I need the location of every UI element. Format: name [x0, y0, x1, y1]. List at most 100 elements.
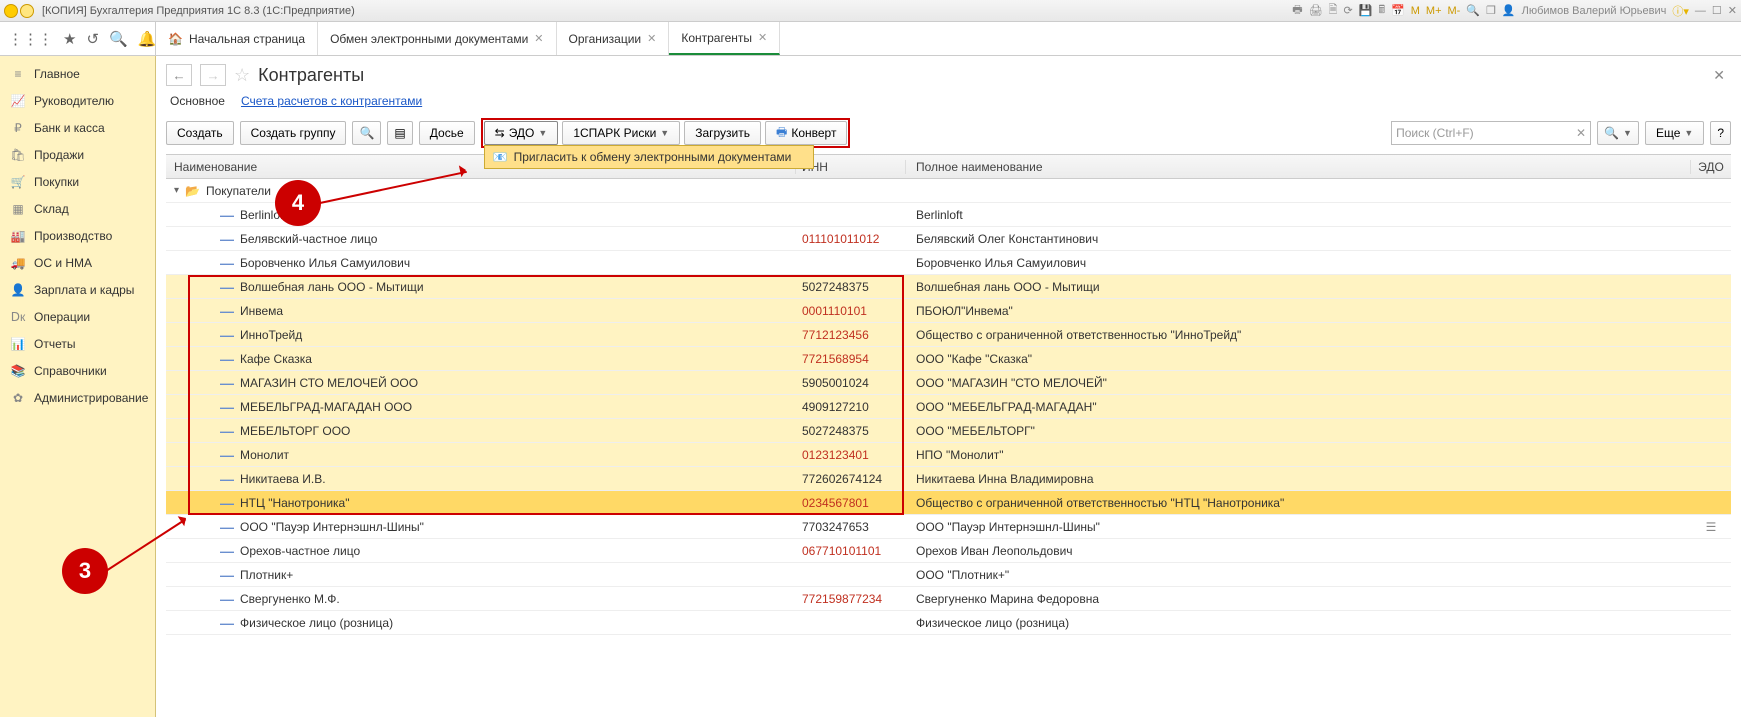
tab-home[interactable]: 🏠 Начальная страница — [156, 22, 318, 55]
sidebar-item-12[interactable]: ✿Администрирование — [0, 384, 155, 411]
envelope-button[interactable]: 🖶 Конверт — [765, 121, 847, 145]
table-row[interactable]: —Белявский-частное лицо011101011012Беляв… — [166, 227, 1731, 251]
search-win-icon[interactable]: 🔍 — [1466, 4, 1480, 17]
data-grid: Наименование ИНН Полное наименование ЭДО… — [166, 154, 1731, 717]
row-inn: 772159877234 — [796, 592, 906, 606]
doc-icon[interactable]: 🗎 — [1329, 1, 1338, 20]
calc-icon[interactable]: 🖩 — [1378, 1, 1385, 20]
clear-search-icon[interactable]: ✕ — [1576, 126, 1586, 140]
action-toolbar: Создать Создать группу 🔍 ▤ Досье ⇆ ЭДО ▼… — [156, 118, 1741, 154]
row-inn: 772602674124 — [796, 472, 906, 486]
table-row[interactable]: —Кафе Сказка7721568954ООО "Кафе "Сказка" — [166, 347, 1731, 371]
search-dropdown-button[interactable]: 🔍 ▼ — [1597, 121, 1639, 145]
tab-org[interactable]: Организации ✕ — [557, 22, 670, 55]
app-menu-icon[interactable] — [4, 4, 18, 18]
subnav-accounts[interactable]: Счета расчетов с контрагентами — [241, 94, 422, 108]
edo-dropdown-item[interactable]: Пригласить к обмену электронными докумен… — [514, 150, 792, 164]
sidebar-icon: 📈 — [10, 94, 26, 108]
sidebar-item-10[interactable]: 📊Отчеты — [0, 330, 155, 357]
forward-button[interactable]: → — [200, 64, 226, 86]
list-button[interactable]: ▤ — [387, 121, 412, 145]
sidebar-item-7[interactable]: 🚚ОС и НМА — [0, 249, 155, 276]
edo-button[interactable]: ⇆ ЭДО ▼ — [484, 121, 559, 145]
search-input[interactable]: Поиск (Ctrl+F) ✕ — [1391, 121, 1591, 145]
sidebar-item-9[interactable]: ⅮкОперации — [0, 303, 155, 330]
search-icon[interactable]: 🔍 — [109, 30, 128, 48]
app-dropdown-icon[interactable] — [20, 4, 34, 18]
table-row[interactable]: —Орехов-частное лицо067710101101Орехов И… — [166, 539, 1731, 563]
close-page-icon[interactable]: ✕ — [1713, 67, 1731, 84]
create-group-button[interactable]: Создать группу — [240, 121, 347, 145]
table-row[interactable]: —Инвема0001110101ПБОЮЛ"Инвема" — [166, 299, 1731, 323]
table-row[interactable]: —МЕБЕЛЬТОРГ ООО5027248375ООО "МЕБЕЛЬТОРГ… — [166, 419, 1731, 443]
back-button[interactable]: ← — [166, 64, 192, 86]
mem-mminus[interactable]: M- — [1448, 5, 1461, 17]
load-button[interactable]: Загрузить — [684, 121, 761, 145]
dossier-button[interactable]: Досье — [419, 121, 475, 145]
sidebar-item-11[interactable]: 📚Справочники — [0, 357, 155, 384]
table-row[interactable]: —НТЦ "Нанотроника"0234567801Общество с о… — [166, 491, 1731, 515]
row-name: Кафе Сказка — [240, 352, 312, 366]
help-button[interactable]: ? — [1710, 121, 1731, 145]
find-button[interactable]: 🔍 — [352, 121, 381, 145]
bell-icon[interactable]: 🔔 — [138, 30, 157, 48]
sidebar-item-1[interactable]: 📈Руководителю — [0, 87, 155, 114]
collapse-icon[interactable]: ▾ — [174, 185, 179, 196]
table-row[interactable]: —Монолит0123123401НПО "Монолит" — [166, 443, 1731, 467]
table-row[interactable]: —МАГАЗИН СТО МЕЛОЧЕЙ ООО5905001024ООО "М… — [166, 371, 1731, 395]
table-row[interactable]: —Волшебная лань ООО - Мытищи5027248375Во… — [166, 275, 1731, 299]
mem-m[interactable]: M — [1411, 5, 1420, 17]
table-row[interactable]: —Плотник+ООО "Плотник+" — [166, 563, 1731, 587]
user-icon[interactable]: 👤 — [1502, 4, 1516, 17]
sidebar-label: Зарплата и кадры — [34, 283, 134, 297]
sidebar-item-6[interactable]: 🏭Производство — [0, 222, 155, 249]
tab-edo[interactable]: Обмен электронными документами ✕ — [318, 22, 556, 55]
row-full: ООО "Плотник+" — [906, 568, 1691, 582]
sidebar-item-5[interactable]: ▦Склад — [0, 195, 155, 222]
table-row[interactable]: —Боровченко Илья СамуиловичБоровченко Ил… — [166, 251, 1731, 275]
table-row[interactable]: —BerlinloftBerlinloft — [166, 203, 1731, 227]
star-icon[interactable]: ★ — [63, 30, 76, 48]
mem-mplus[interactable]: M+ — [1426, 5, 1442, 17]
table-row[interactable]: —МЕБЕЛЬГРАД-МАГАДАН ООО4909127210ООО "МЕ… — [166, 395, 1731, 419]
table-row[interactable]: —ИнноТрейд7712123456Общество с ограничен… — [166, 323, 1731, 347]
print2-icon[interactable]: 🖨 — [1309, 4, 1323, 17]
callout-4: 4 — [275, 180, 321, 226]
favorite-icon[interactable]: ☆ — [234, 65, 250, 86]
col-edo-header[interactable]: ЭДО — [1691, 160, 1731, 174]
windows-icon[interactable]: ❐ — [1486, 4, 1496, 17]
history-icon[interactable]: ↺ — [86, 30, 99, 48]
row-full: ООО "МЕБЕЛЬТОРГ" — [906, 424, 1691, 438]
table-row[interactable]: —ООО "Пауэр Интернэшнл-Шины"7703247653ОО… — [166, 515, 1731, 539]
calendar-icon[interactable]: 📅 — [1391, 4, 1405, 17]
subnav-main[interactable]: Основное — [170, 94, 225, 108]
create-button[interactable]: Создать — [166, 121, 234, 145]
apps-icon[interactable]: ⋮⋮⋮ — [8, 30, 53, 48]
row-full: ООО "Пауэр Интернэшнл-Шины" — [906, 520, 1691, 534]
group-row[interactable]: ▾ 📂 Покупатели — [166, 179, 1731, 203]
close-window-icon[interactable]: ✕ — [1728, 4, 1737, 17]
row-name: Физическое лицо (розница) — [240, 616, 393, 630]
info-icon[interactable]: ⓘ▾ — [1672, 3, 1689, 19]
sidebar-item-8[interactable]: 👤Зарплата и кадры — [0, 276, 155, 303]
table-row[interactable]: —Свергуненко М.Ф.772159877234Свергуненко… — [166, 587, 1731, 611]
close-icon[interactable]: ✕ — [534, 32, 543, 45]
print-icon[interactable]: 🖶 — [1292, 1, 1302, 20]
sidebar-item-4[interactable]: 🛒Покупки — [0, 168, 155, 195]
table-row[interactable]: —Физическое лицо (розница)Физическое лиц… — [166, 611, 1731, 635]
table-row[interactable]: —Никитаева И.В.772602674124Никитаева Инн… — [166, 467, 1731, 491]
sidebar-item-2[interactable]: ₽Банк и касса — [0, 114, 155, 141]
spark-button[interactable]: 1СПАРК Риски ▼ — [562, 121, 680, 145]
refresh-icon[interactable]: ⟳ — [1344, 4, 1353, 17]
close-icon[interactable]: ✕ — [758, 31, 767, 44]
sidebar-item-0[interactable]: ≡Главное — [0, 60, 155, 87]
tab-counterparties[interactable]: Контрагенты ✕ — [669, 22, 780, 55]
more-button[interactable]: Еще ▼ — [1645, 121, 1704, 145]
minimize-icon[interactable]: — — [1695, 5, 1706, 17]
col-full-header[interactable]: Полное наименование — [906, 160, 1691, 174]
row-inn: 0123123401 — [796, 448, 906, 462]
save-icon[interactable]: 💾 — [1359, 4, 1373, 17]
close-icon[interactable]: ✕ — [647, 32, 656, 45]
maximize-icon[interactable]: ☐ — [1712, 4, 1722, 17]
sidebar-item-3[interactable]: 🛍Продажи — [0, 141, 155, 168]
